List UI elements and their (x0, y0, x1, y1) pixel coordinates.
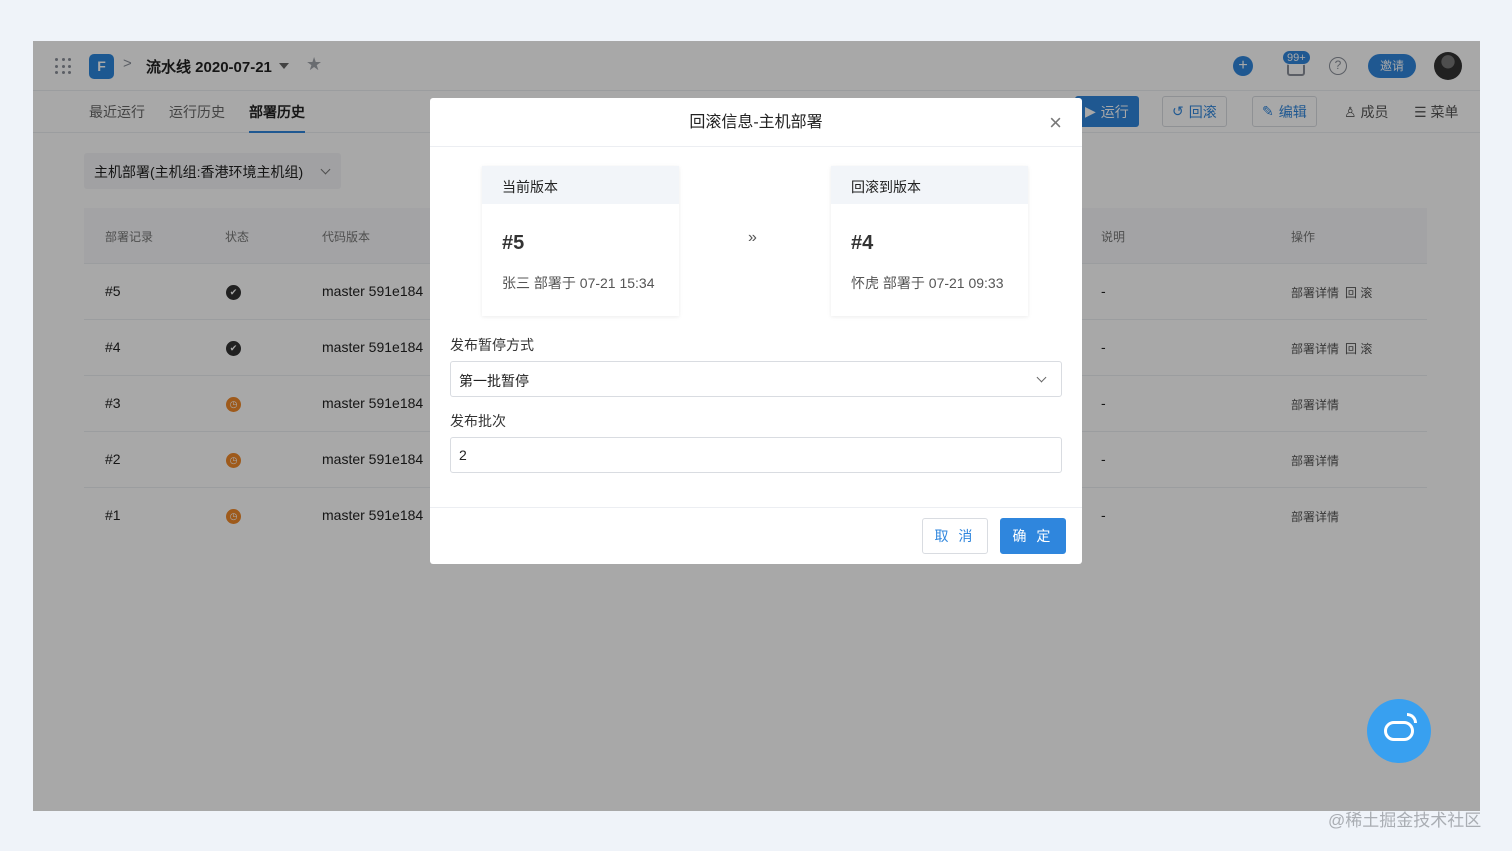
target-version-card: 回滚到版本 #4 怀虎 部署于 07-21 09:33 (831, 166, 1028, 316)
dialog-header: 回滚信息-主机部署 × (430, 98, 1082, 147)
chat-fab-button[interactable] (1367, 699, 1431, 763)
batch-value: 2 (459, 447, 467, 463)
target-version-meta: 怀虎 部署于 07-21 09:33 (851, 275, 1004, 291)
double-arrow-right-icon: » (748, 229, 757, 246)
current-version-meta: 张三 部署于 07-21 15:34 (502, 275, 655, 291)
chevron-down-icon (1036, 372, 1047, 383)
cancel-button[interactable]: 取 消 (922, 518, 988, 554)
batch-label: 发布批次 (450, 413, 506, 429)
signal-icon (1407, 713, 1417, 723)
pause-mode-value: 第一批暂停 (459, 373, 529, 389)
close-icon[interactable]: × (1049, 98, 1062, 147)
chat-icon (1384, 721, 1414, 741)
dialog-title: 回滚信息-主机部署 (689, 114, 823, 131)
confirm-button[interactable]: 确 定 (1000, 518, 1066, 554)
current-version-heading: 当前版本 (482, 166, 679, 204)
batch-input[interactable]: 2 (450, 437, 1062, 473)
dialog-footer: 取 消 确 定 (430, 507, 1082, 564)
pause-mode-select[interactable]: 第一批暂停 (450, 361, 1062, 397)
target-version-number: #4 (851, 232, 874, 254)
watermark: @稀土掘金技术社区 (1328, 811, 1482, 830)
current-version-number: #5 (502, 232, 525, 254)
pause-mode-label: 发布暂停方式 (450, 337, 534, 353)
target-version-heading: 回滚到版本 (831, 166, 1028, 204)
rollback-dialog: 回滚信息-主机部署 × 当前版本 #5 张三 部署于 07-21 15:34 »… (430, 98, 1082, 564)
current-version-card: 当前版本 #5 张三 部署于 07-21 15:34 (482, 166, 679, 316)
